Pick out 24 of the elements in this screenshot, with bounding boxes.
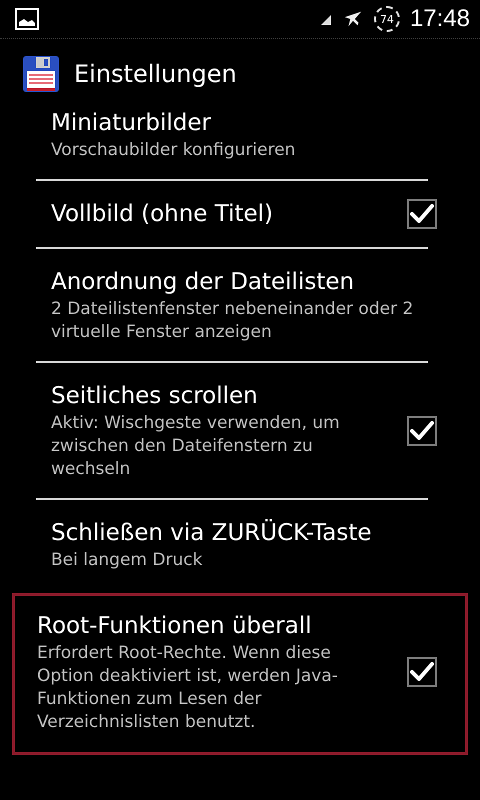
setting-summary: Bei langem Druck (51, 549, 204, 572)
setting-title: Miniaturbilder (51, 112, 212, 138)
checkbox[interactable] (407, 657, 437, 687)
settings-item[interactable]: Vollbild (ohne Titel) (12, 181, 468, 247)
setting-summary: Aktiv: Wischgeste verwenden, um zwischen den Dateifenstern zu wechseln (51, 412, 341, 481)
checkbox[interactable] (407, 416, 437, 446)
settings-item[interactable]: Schließen via ZURÜCK-Taste Bei langem Druck (12, 500, 468, 589)
setting-title: Root-Funktionen überall (37, 612, 313, 641)
setting-title: Schließen via ZURÜCK-Taste (51, 518, 372, 548)
settings-item[interactable]: Seitliches scrollen Aktiv: Wischgeste verwenden, um zwischen den Dateifenstern zu wechseln (12, 363, 468, 498)
picture-icon (15, 8, 39, 30)
setting-summary: 2 Dateilistenfenster nebeneinander oder 2 virtuelle Fenster anzeigen (51, 298, 414, 344)
setting-summary: Erfordert Root-Rechte. Wenn diese Option deaktiviert ist, werden Java-Funktionen zum Lesen der Verzeichnislisten benutzt. (37, 642, 339, 734)
setting-summary: Vorschaubilder konfigurieren (51, 139, 296, 162)
settings-item[interactable]: Root-Funktionen überall Erfordert Root-Rechte. Wenn diese Option deaktiviert ist, werden Java-Funktionen zum Lesen der Verzeichnislisten benutzt. (12, 593, 468, 755)
setting-title: Vollbild (ohne Titel) (51, 200, 274, 229)
checkbox[interactable] (407, 199, 437, 229)
setting-title: Seitliches scrollen (51, 382, 259, 411)
settings-item[interactable]: Anordnung der Dateilisten 2 Dateilistenfenster nebeneinander oder 2 virtuelle Fenster anzeigen (12, 249, 468, 361)
settings-item[interactable]: Miniaturbilder Vorschaubilder konfigurieren (12, 109, 468, 179)
setting-title: Anordnung der Dateilisten (51, 268, 356, 297)
battery-indicator: 74 (374, 6, 400, 32)
app-title: Einstellungen (74, 60, 237, 88)
clock-time: 17:48 (410, 5, 470, 33)
